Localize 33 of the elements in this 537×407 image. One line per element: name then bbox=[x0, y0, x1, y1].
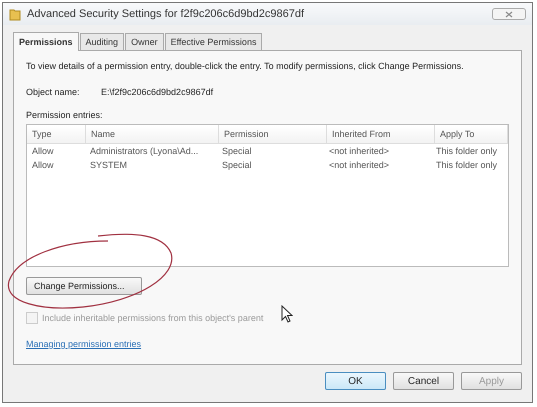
column-header[interactable]: Name bbox=[86, 125, 219, 143]
tab[interactable]: Permissions bbox=[13, 32, 79, 51]
tab[interactable]: Effective Permissions bbox=[164, 33, 262, 50]
table-cell-text: Allow bbox=[31, 145, 55, 158]
table-cell-text: <not inherited> bbox=[328, 159, 390, 172]
column-header[interactable]: Apply To bbox=[435, 125, 508, 143]
tab[interactable]: Auditing bbox=[80, 33, 124, 50]
entries-label: Permission entries: bbox=[26, 110, 104, 120]
table-cell-text: Administrators (Lyona\Ad... bbox=[89, 145, 200, 158]
column-header[interactable]: Permission bbox=[219, 125, 327, 143]
table-cell-text: Special bbox=[221, 145, 253, 158]
table-cell-text: This folder only bbox=[435, 145, 498, 158]
tab[interactable]: Owner bbox=[125, 33, 164, 50]
window-title: Advanced Security Settings for f2f9c206c6d9bd2c9867df bbox=[27, 8, 306, 20]
dialog-button[interactable]: OK bbox=[325, 372, 386, 390]
object-name-value: E:\f2f9c206c6d9bd2c9867df bbox=[101, 87, 214, 97]
table-cell-text: Allow bbox=[31, 159, 55, 172]
instructions-text: To view details of a permission entry, double-click the entry. To modify permissions, click Change Permissions. bbox=[26, 61, 465, 71]
table-cell-text: Special bbox=[221, 159, 253, 172]
object-name-label: Object name: bbox=[26, 87, 81, 97]
close-icon bbox=[505, 10, 513, 18]
table-cell-text: <not inherited> bbox=[328, 145, 390, 158]
dialog-button[interactable]: Cancel bbox=[393, 372, 454, 390]
table-cell-text: SYSTEM bbox=[89, 159, 128, 172]
column-header[interactable]: Type bbox=[27, 125, 86, 143]
help-link[interactable]: Managing permission entries bbox=[26, 339, 142, 349]
close-button[interactable] bbox=[492, 8, 526, 20]
table-cell-text: This folder only bbox=[435, 159, 498, 172]
change-permissions-button[interactable]: Change Permissions... bbox=[26, 277, 142, 295]
mouse-cursor-icon bbox=[281, 305, 293, 323]
checkbox-label: Include inheritable permissions from this object's parent bbox=[42, 313, 264, 323]
folder-icon bbox=[9, 7, 21, 21]
column-header[interactable]: Inherited From bbox=[327, 125, 435, 143]
